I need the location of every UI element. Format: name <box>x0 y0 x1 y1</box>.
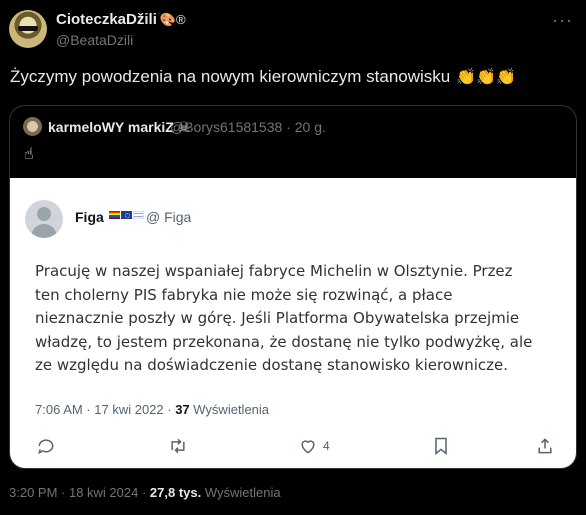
tweet-text-body: Życzymy powodzenia na nowym kierowniczym… <box>10 67 451 86</box>
quoted-tweet[interactable]: karmeloWY markiZ ☠ @Borys61581538 · 20 g… <box>9 105 577 469</box>
author-emojis: 🎨® <box>159 12 186 27</box>
author-name-text: CioteczkaDžili <box>56 11 157 28</box>
screenshot-meta: 7:06 AM · 17 kwi 2022 · 37 Wyświetlenia <box>35 402 269 417</box>
retweet-icon <box>168 436 188 461</box>
rainbow-flag-icon <box>109 211 120 219</box>
attached-screenshot-image[interactable]: Figa @ Figa Pracuję w naszej wspaniałej … <box>10 178 576 468</box>
tweet-footer: 3:20 PM · 18 kwi 2024 · 27,8 tys. Wyświe… <box>9 485 281 500</box>
clapping-hands-emoji: 👏👏👏 <box>456 69 517 86</box>
screenshot-body-line: ze względu na doświadczenie dostanę stan… <box>35 356 509 374</box>
bookmark-icon <box>431 436 451 461</box>
screenshot-body-line: ten cholerny PIS fabryka nie może się ro… <box>35 285 453 304</box>
tweet-views-count: 27,8 tys. <box>149 485 202 500</box>
screenshot-author-flags <box>109 211 144 219</box>
screenshot-author-name: Figa <box>75 209 104 225</box>
tweet-text: Życzymy powodzenia na nowym kierowniczym… <box>10 67 516 87</box>
quoted-author-avatar[interactable] <box>23 117 42 136</box>
screenshot-author-avatar <box>25 200 63 238</box>
like-count: 4 <box>323 439 330 453</box>
author-avatar[interactable] <box>9 10 47 48</box>
tweet-views-label: Wyświetlenia <box>204 485 281 500</box>
quoted-tweet-text: ☝ <box>24 146 34 163</box>
author-handle[interactable]: @BeataDzili <box>56 32 133 48</box>
eu-flag-icon <box>121 211 132 219</box>
like-icon <box>298 436 318 461</box>
screenshot-body: Pracuję w naszej wspaniałej fabryce Mich… <box>35 260 565 378</box>
screenshot-body-line: nieznacznie poszły w górę. Jeśli Platfor… <box>35 309 520 327</box>
share-icon <box>535 436 555 461</box>
screenshot-views-label: Wyświetlenia <box>193 402 270 417</box>
reply-icon <box>36 436 56 461</box>
screenshot-body-line: władzę, to jestem przekonana, że dostanę… <box>35 332 533 351</box>
quoted-author-name[interactable]: karmeloWY markiZ ☠ <box>48 119 190 136</box>
quoted-author-handle: @Borys61581538 · 20 g. <box>170 119 326 135</box>
israel-flag-icon <box>133 211 144 219</box>
screenshot-body-line: Pracuję w naszej wspaniałej fabryce Mich… <box>35 262 513 280</box>
screenshot-views-count: 37 <box>175 402 190 417</box>
more-options-icon[interactable]: ··· <box>552 10 573 31</box>
tweet-timestamp[interactable]: 3:20 PM · 18 kwi 2024 · <box>9 485 150 500</box>
screenshot-author-handle: @ Figa <box>146 209 192 225</box>
screenshot-timestamp: 7:06 AM · 17 kwi 2022 · <box>35 402 176 417</box>
author-name[interactable]: CioteczkaDžili 🎨® <box>56 11 186 28</box>
